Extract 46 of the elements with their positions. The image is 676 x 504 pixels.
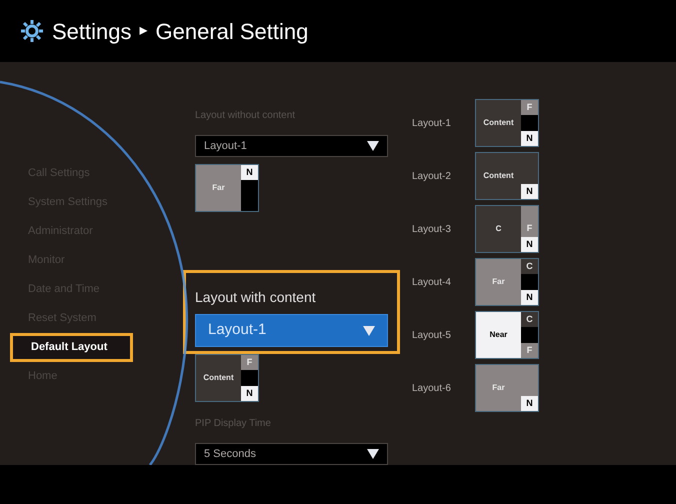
- field-label: Layout with content: [195, 288, 317, 307]
- dropdown-caret-icon: [367, 449, 379, 459]
- screen-pane: N: [521, 236, 538, 252]
- screen-pane: C: [476, 206, 521, 252]
- screen-pane: N: [521, 290, 538, 305]
- layout-dropdown[interactable]: Layout-1: [195, 314, 388, 347]
- layout-label: Layout-1: [412, 116, 452, 130]
- screen-pane: [521, 206, 538, 222]
- breadcrumb-separator: ▸: [140, 21, 148, 41]
- screen-pane: N: [241, 386, 258, 401]
- dropdown-caret-icon: [363, 326, 375, 336]
- layout-label: Layout-2: [412, 170, 452, 184]
- layout-label: Layout-6: [412, 382, 452, 396]
- screen-pane: [241, 180, 258, 196]
- layout-label: Layout-4: [412, 276, 452, 290]
- screen-pane: Far: [196, 165, 241, 211]
- screen-pane: F: [241, 355, 258, 370]
- screen-pane: C: [521, 312, 538, 328]
- layout-dropdown[interactable]: Layout-1: [195, 135, 388, 157]
- screen-pane: Far: [476, 365, 521, 411]
- screen-pane: Content: [476, 153, 521, 199]
- screen-pane: N: [241, 165, 258, 180]
- sidebar-item[interactable]: Default Layout: [10, 333, 133, 362]
- screen-pane: [521, 327, 538, 343]
- screen-pane: Content: [196, 355, 241, 401]
- screen-pane: N: [521, 184, 538, 199]
- screen-pane: F: [521, 221, 538, 237]
- layout-dropdown[interactable]: 5 Seconds: [195, 443, 388, 465]
- page-title: General Setting: [156, 18, 308, 46]
- screen-pane: F: [521, 100, 538, 116]
- screen-pane: Near: [476, 312, 521, 358]
- screen-pane: N: [521, 130, 538, 146]
- gear-icon: [20, 19, 44, 43]
- screen-pane: N: [521, 396, 538, 411]
- screen-pane: Far: [476, 259, 521, 305]
- layout-label: Layout-3: [412, 222, 452, 236]
- screen-pane: [241, 196, 258, 211]
- screen-pane: F: [521, 342, 538, 358]
- screen-pane: Content: [476, 100, 521, 146]
- screen-pane: [241, 370, 258, 386]
- screen-pane: [521, 115, 538, 131]
- screen-pane: C: [521, 259, 538, 274]
- screen-pane: [521, 274, 538, 290]
- layout-label: Layout-5: [412, 328, 452, 342]
- dropdown-caret-icon: [367, 141, 379, 151]
- breadcrumb: Settings: [52, 18, 132, 46]
